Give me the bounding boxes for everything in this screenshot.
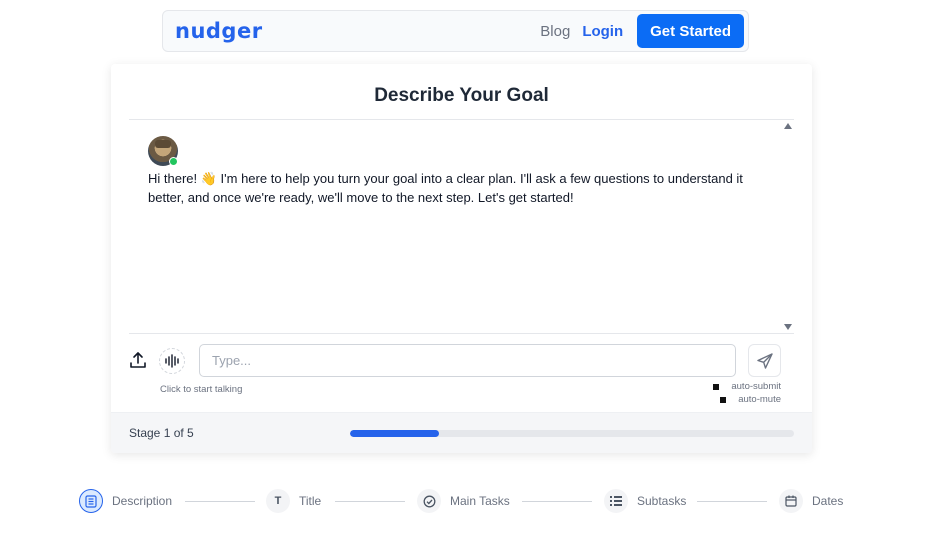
step-label: Main Tasks <box>450 494 510 508</box>
list-bullets-icon <box>604 489 628 513</box>
progress-bar <box>350 430 794 437</box>
step-label: Description <box>112 494 173 508</box>
scroll-up-arrow-icon[interactable] <box>784 123 792 129</box>
step-main-tasks[interactable]: Main Tasks <box>417 489 510 513</box>
auto-mute-checkbox[interactable] <box>720 396 727 403</box>
send-button[interactable] <box>748 344 781 377</box>
chat-scrollbar[interactable] <box>782 120 794 333</box>
text-t-icon: T <box>266 489 290 513</box>
step-subtasks[interactable]: Subtasks <box>604 489 686 513</box>
auto-submit-label: auto-submit <box>731 381 781 392</box>
step-connector <box>335 501 405 502</box>
divider <box>129 333 794 334</box>
top-navbar: nudger Blog Login Get Started <box>162 10 749 52</box>
blog-link[interactable]: Blog <box>540 23 570 40</box>
nudger-logo[interactable]: nudger <box>175 19 263 43</box>
stage-label: Stage 1 of 5 <box>129 426 194 440</box>
upload-icon[interactable] <box>129 351 147 369</box>
page-title: Describe Your Goal <box>374 85 549 106</box>
chat-area: Hi there! 👋 I'm here to help you turn yo… <box>129 120 794 333</box>
get-started-button[interactable]: Get Started <box>637 14 744 48</box>
login-link[interactable]: Login <box>582 23 623 40</box>
progress-bar-fill <box>350 430 439 437</box>
voice-waveform-icon[interactable] <box>159 348 185 374</box>
step-connector <box>185 501 255 502</box>
step-label: Dates <box>812 494 844 508</box>
calendar-icon <box>779 489 803 513</box>
send-icon <box>756 352 773 369</box>
progress-footer: Stage 1 of 5 <box>111 412 812 453</box>
auto-submit-option[interactable]: auto-submit <box>713 381 781 392</box>
step-title[interactable]: T Title <box>266 489 321 513</box>
step-label: Subtasks <box>637 494 687 508</box>
step-label: Title <box>299 494 322 508</box>
auto-mute-label: auto-mute <box>738 394 781 405</box>
goal-card: Describe Your Goal Hi there! 👋 I'm here … <box>111 64 812 453</box>
stage-stepper: Description T Title Main Tasks Subtasks … <box>79 489 849 514</box>
step-dates[interactable]: Dates <box>779 489 843 513</box>
online-status-icon <box>169 157 178 166</box>
voice-hint: Click to start talking <box>160 384 243 395</box>
check-circle-icon <box>417 489 441 513</box>
step-connector <box>697 501 767 502</box>
step-description[interactable]: Description <box>79 489 172 513</box>
step-connector <box>522 501 592 502</box>
document-list-icon <box>79 489 103 513</box>
auto-mute-option[interactable]: auto-mute <box>720 394 781 405</box>
message-input[interactable] <box>199 344 736 377</box>
auto-submit-checkbox[interactable] <box>713 383 720 390</box>
nav-links: Blog Login Get Started <box>540 14 744 48</box>
scroll-down-arrow-icon[interactable] <box>784 324 792 330</box>
assistant-message: Hi there! 👋 I'm here to help you turn yo… <box>148 171 743 205</box>
